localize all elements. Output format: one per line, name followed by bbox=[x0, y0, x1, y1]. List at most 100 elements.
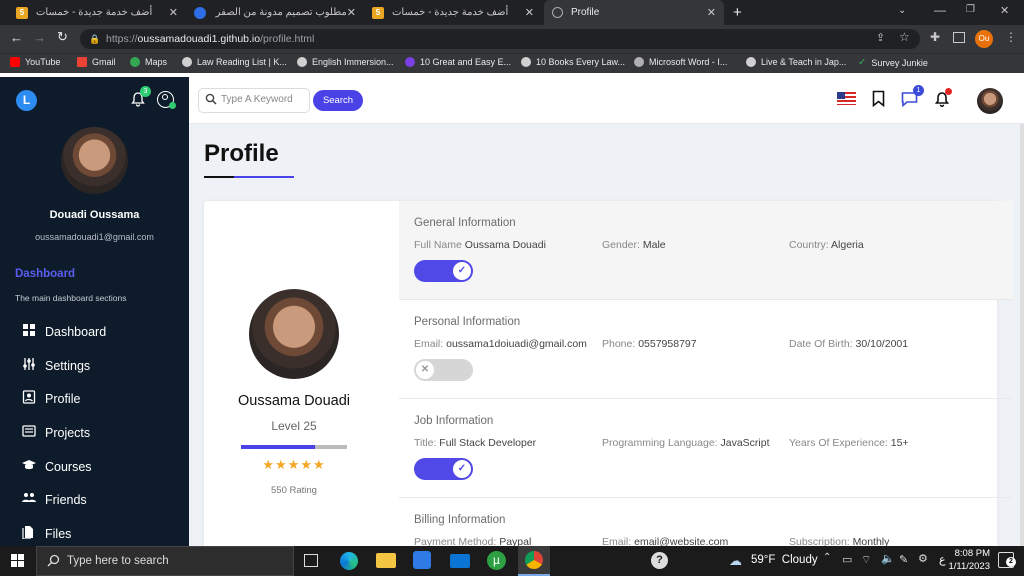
forward-icon[interactable]: → bbox=[33, 30, 46, 45]
navbar-avatar[interactable] bbox=[977, 88, 1003, 114]
bookmark-youtube[interactable]: YouTube bbox=[10, 57, 60, 67]
field-label: Email: bbox=[602, 536, 632, 546]
menu-icon[interactable]: ⋮ bbox=[1005, 30, 1017, 44]
close-icon[interactable]: ✕ bbox=[347, 6, 356, 19]
bookmark-label: Law Reading List | K... bbox=[197, 57, 287, 67]
bookmark-word[interactable]: Microsoft Word - I... bbox=[634, 57, 727, 67]
level-progress-fill bbox=[241, 445, 316, 449]
sidebar-item-profile[interactable]: Profile bbox=[22, 390, 80, 407]
new-tab-icon[interactable]: + bbox=[733, 4, 742, 21]
back-icon[interactable]: ← bbox=[10, 30, 23, 45]
general-info-toggle[interactable]: ✓ bbox=[414, 260, 473, 282]
browser-tab-2[interactable]: مطلوب تصميم مدونة من الصفر | د ✕ bbox=[186, 0, 364, 25]
bookmarks-bar: YouTube Gmail Maps Law Reading List | K.… bbox=[0, 53, 1024, 73]
close-icon[interactable]: ✕ bbox=[169, 6, 178, 19]
search-input[interactable]: Type A Keyword bbox=[198, 88, 310, 113]
tab-search-icon[interactable]: ⌄ bbox=[898, 5, 906, 16]
profile-level: Level 25 bbox=[271, 419, 317, 433]
settings-icon[interactable]: ⚙ bbox=[918, 552, 928, 565]
bookmark-gmail[interactable]: Gmail bbox=[77, 57, 116, 67]
us-flag-icon[interactable] bbox=[837, 92, 856, 105]
chevron-up-icon[interactable]: ⌃ bbox=[823, 552, 831, 563]
windows-start-icon[interactable] bbox=[11, 554, 24, 572]
browser-tab-4[interactable]: Profile ✕ bbox=[544, 0, 724, 25]
battery-icon[interactable]: ▭ bbox=[842, 553, 852, 566]
globe-icon bbox=[297, 57, 307, 67]
x-icon: ✕ bbox=[416, 361, 434, 379]
reload-icon[interactable]: ↻ bbox=[57, 29, 68, 45]
browser-tab-strip: 5 أضف خدمة جديدة - خمسات ✕ مطلوب تصميم م… bbox=[0, 0, 1024, 25]
profile-badge[interactable]: Ou bbox=[975, 30, 993, 48]
help-icon[interactable]: ? bbox=[651, 552, 668, 569]
sidebar-item-settings[interactable]: Settings bbox=[22, 357, 90, 374]
minimize-icon[interactable]: — bbox=[934, 3, 946, 17]
sidebar-item-friends[interactable]: Friends bbox=[22, 491, 87, 508]
star-icon: ★ bbox=[300, 457, 313, 472]
clock-time[interactable]: 8:08 PM bbox=[940, 548, 990, 559]
browser-tab-1[interactable]: 5 أضف خدمة جديدة - خمسات ✕ bbox=[8, 0, 186, 25]
bookmark-survey-junkie[interactable]: ✓ Survey Junkie bbox=[858, 57, 928, 68]
field-label: Title: bbox=[414, 437, 437, 449]
close-icon[interactable]: ✕ bbox=[707, 6, 716, 19]
level-progress-bar bbox=[241, 445, 347, 449]
section-title: Billing Information bbox=[414, 514, 506, 526]
share-icon[interactable]: ⇪ bbox=[876, 31, 885, 44]
sidebar-item-courses[interactable]: Courses bbox=[22, 458, 92, 475]
weather-text[interactable]: 59°F Cloudy bbox=[751, 554, 818, 566]
bookmark-10-books[interactable]: 10 Books Every Law... bbox=[521, 57, 625, 67]
bookmark-law-reading[interactable]: Law Reading List | K... bbox=[182, 57, 287, 67]
sidebar-item-label: Friends bbox=[45, 492, 87, 507]
restore-icon[interactable]: ❐ bbox=[966, 4, 975, 15]
window-close-icon[interactable]: ✕ bbox=[1000, 4, 1009, 17]
chrome-icon bbox=[525, 551, 543, 569]
chrome-taskbar-button[interactable] bbox=[518, 546, 550, 576]
bookmark-10-great[interactable]: 10 Great and Easy E... bbox=[405, 57, 511, 67]
url-scheme: https:// bbox=[106, 33, 138, 45]
globe-icon bbox=[521, 57, 531, 67]
subscription-field: Subscription: Monthly bbox=[789, 536, 889, 546]
job-info-toggle[interactable]: ✓ bbox=[414, 458, 473, 480]
user-status-icon[interactable] bbox=[157, 91, 176, 109]
file-explorer-icon[interactable] bbox=[376, 553, 396, 568]
sidebar-item-projects[interactable]: Projects bbox=[22, 424, 90, 441]
clock-date[interactable]: 1/11/2023 bbox=[930, 561, 990, 572]
bell-icon[interactable]: 3 bbox=[130, 86, 151, 107]
section-title: General Information bbox=[414, 217, 516, 229]
close-icon[interactable]: ✕ bbox=[525, 6, 534, 19]
scrollbar[interactable] bbox=[1020, 124, 1024, 546]
bookmark-maps[interactable]: Maps bbox=[130, 57, 167, 67]
taskbar-search-input[interactable]: Type here to search bbox=[36, 546, 294, 576]
sidebar-item-label: Courses bbox=[45, 459, 92, 474]
url-bar[interactable]: 🔒 https://oussamadouadi1.github.io/profi… bbox=[80, 29, 920, 49]
browser-tab-3[interactable]: 5 أضف خدمة جديدة - خمسات ✕ bbox=[364, 0, 542, 25]
search-button[interactable]: Search bbox=[313, 90, 363, 111]
bookmark-star-icon[interactable]: ☆ bbox=[899, 30, 910, 44]
personal-info-toggle[interactable]: ✕ bbox=[414, 359, 473, 381]
wifi-icon[interactable]: ⌔ bbox=[861, 553, 871, 567]
bookmark-english[interactable]: English Immersion... bbox=[297, 57, 394, 67]
field-label: Payment Method: bbox=[414, 536, 497, 546]
utorrent-icon[interactable]: µ bbox=[487, 551, 506, 570]
volume-icon[interactable]: 🔈 bbox=[881, 552, 895, 565]
pen-icon[interactable]: ✎ bbox=[899, 553, 908, 566]
mail-icon[interactable] bbox=[450, 554, 470, 568]
edge-icon[interactable] bbox=[340, 552, 358, 570]
logo-icon[interactable]: L bbox=[16, 90, 37, 111]
field-value: Algeria bbox=[831, 239, 864, 251]
sidepanel-icon[interactable] bbox=[953, 32, 965, 43]
url-path: /profile.html bbox=[260, 33, 315, 45]
store-icon[interactable] bbox=[413, 551, 431, 569]
settings-icon bbox=[22, 357, 45, 374]
sidebar-item-files[interactable]: Files bbox=[22, 525, 71, 542]
notification-bell-icon[interactable] bbox=[934, 88, 952, 113]
extensions-icon[interactable]: ✚ bbox=[930, 30, 940, 44]
notification-center-icon[interactable]: 2 bbox=[998, 552, 1016, 568]
tab-title: Profile bbox=[571, 7, 600, 18]
task-view-icon[interactable] bbox=[304, 554, 318, 567]
bookmark-live-teach[interactable]: Live & Teach in Jap... bbox=[746, 57, 846, 67]
top-navbar: Type A Keyword Search 1 bbox=[189, 77, 1024, 124]
profile-name: Oussama Douadi bbox=[237, 393, 351, 409]
bookmark-icon[interactable] bbox=[872, 90, 885, 112]
chat-icon[interactable]: 1 bbox=[901, 85, 924, 112]
sidebar-item-dashboard[interactable]: Dashboard bbox=[22, 323, 106, 340]
